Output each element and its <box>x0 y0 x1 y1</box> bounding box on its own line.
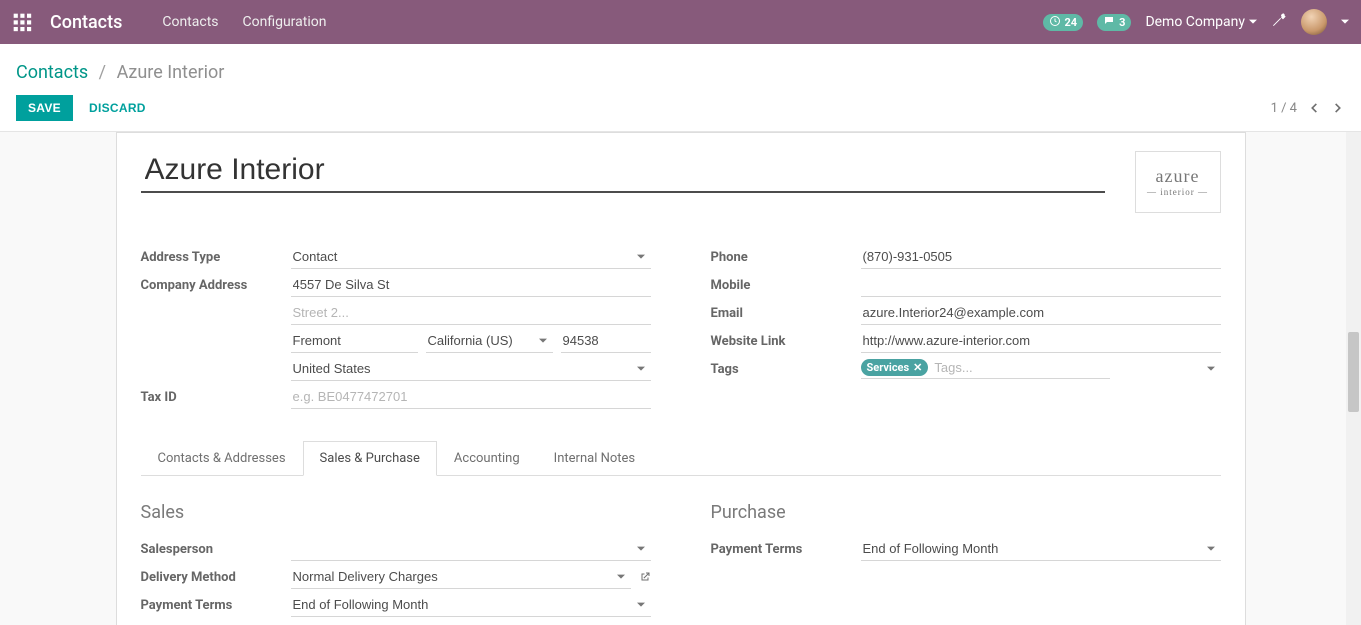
messages-badge[interactable]: 3 <box>1097 14 1131 31</box>
mobile-label: Mobile <box>711 278 861 293</box>
salesperson-label: Salesperson <box>141 542 291 557</box>
scrollbar-track[interactable] <box>1346 132 1361 625</box>
user-avatar[interactable] <box>1301 9 1327 35</box>
tax-id-label: Tax ID <box>141 390 291 405</box>
email-input[interactable] <box>861 301 1221 325</box>
sales-payment-terms-label: Payment Terms <box>141 598 291 613</box>
clock-icon <box>1049 15 1061 30</box>
logo-word: azure <box>1156 167 1200 185</box>
nav-item-configuration[interactable]: Configuration <box>243 14 327 30</box>
save-button[interactable]: SAVE <box>16 95 73 121</box>
address-type-select[interactable] <box>291 245 651 269</box>
country-select[interactable] <box>291 357 651 381</box>
developer-tools-icon[interactable] <box>1271 12 1287 32</box>
pricelist-select[interactable] <box>291 621 631 625</box>
tag-chip: Services ✕ <box>861 359 929 376</box>
brand-label: Contacts <box>50 12 122 33</box>
pager-prev-icon[interactable] <box>1307 101 1321 115</box>
tag-remove-icon[interactable]: ✕ <box>913 361 922 374</box>
scrollbar-thumb[interactable] <box>1348 332 1359 412</box>
tab-contacts-addresses[interactable]: Contacts & Addresses <box>141 441 303 476</box>
logo-sub: — interior — <box>1147 187 1208 197</box>
purchase-section: Purchase Payment Terms <box>711 502 1221 625</box>
right-column: Phone Mobile Email Website Link Tags <box>711 243 1221 411</box>
form-scroll[interactable]: azure — interior — Address Type Company … <box>0 132 1361 625</box>
state-select[interactable] <box>426 329 553 353</box>
tags-label: Tags <box>711 362 861 377</box>
messages-count: 3 <box>1119 16 1125 29</box>
pager-position: 1 / 4 <box>1271 101 1297 116</box>
company-label: Demo Company <box>1145 14 1245 30</box>
breadcrumb-root[interactable]: Contacts <box>16 62 88 83</box>
purchase-title: Purchase <box>711 502 1221 523</box>
contact-logo[interactable]: azure — interior — <box>1135 151 1221 213</box>
tags-input[interactable] <box>934 360 1110 375</box>
tab-internal-notes[interactable]: Internal Notes <box>537 441 652 476</box>
delivery-method-label: Delivery Method <box>141 570 291 585</box>
activity-count: 24 <box>1065 16 1078 29</box>
city-input[interactable] <box>291 329 418 353</box>
sales-payment-terms-select[interactable] <box>291 593 651 617</box>
email-label: Email <box>711 306 861 321</box>
street1-input[interactable] <box>291 273 651 297</box>
breadcrumb: Contacts / Azure Interior <box>16 62 1345 83</box>
zip-input[interactable] <box>561 329 651 353</box>
phone-label: Phone <box>711 250 861 265</box>
street2-input[interactable] <box>291 301 651 325</box>
caret-down-icon <box>1249 14 1257 30</box>
user-caret-icon <box>1341 15 1349 30</box>
pager-next-icon[interactable] <box>1331 101 1345 115</box>
website-label: Website Link <box>711 334 861 349</box>
purchase-payment-terms-label: Payment Terms <box>711 542 861 557</box>
chat-icon <box>1103 15 1115 30</box>
delivery-method-select[interactable] <box>291 565 631 589</box>
tab-accounting[interactable]: Accounting <box>437 441 537 476</box>
caret-down-icon <box>1207 362 1215 377</box>
sales-title: Sales <box>141 502 651 523</box>
apps-icon[interactable] <box>12 12 32 32</box>
salesperson-select[interactable] <box>291 537 651 561</box>
nav-item-contacts[interactable]: Contacts <box>162 14 218 30</box>
breadcrumb-current: Azure Interior <box>117 62 225 83</box>
tag-text: Services <box>867 361 910 374</box>
website-input[interactable] <box>861 329 1221 353</box>
nav-menu: Contacts Configuration <box>162 14 326 30</box>
top-nav: Contacts Contacts Configuration 24 3 Dem… <box>0 0 1361 44</box>
company-address-label: Company Address <box>141 278 291 293</box>
pager: 1 / 4 <box>1271 101 1345 116</box>
purchase-payment-terms-select[interactable] <box>861 537 1221 561</box>
external-link-icon[interactable] <box>639 571 651 583</box>
sales-section: Sales Salesperson Delivery Method <box>141 502 651 625</box>
tab-sales-purchase[interactable]: Sales & Purchase <box>303 441 437 476</box>
tax-id-input[interactable] <box>291 385 651 409</box>
tags-field[interactable]: Services ✕ <box>861 359 1111 379</box>
company-switcher[interactable]: Demo Company <box>1145 14 1257 30</box>
phone-input[interactable] <box>861 245 1221 269</box>
address-type-label: Address Type <box>141 250 291 265</box>
breadcrumb-separator: / <box>99 62 106 83</box>
control-bar: Contacts / Azure Interior SAVE DISCARD 1… <box>0 44 1361 132</box>
contact-name-input[interactable] <box>141 151 1105 193</box>
notebook-tabs: Contacts & Addresses Sales & Purchase Ac… <box>141 441 1221 476</box>
mobile-input[interactable] <box>861 273 1221 297</box>
form-sheet: azure — interior — Address Type Company … <box>116 132 1246 625</box>
left-column: Address Type Company Address <box>141 243 651 411</box>
activity-badge[interactable]: 24 <box>1043 14 1084 31</box>
discard-button[interactable]: DISCARD <box>89 101 146 115</box>
